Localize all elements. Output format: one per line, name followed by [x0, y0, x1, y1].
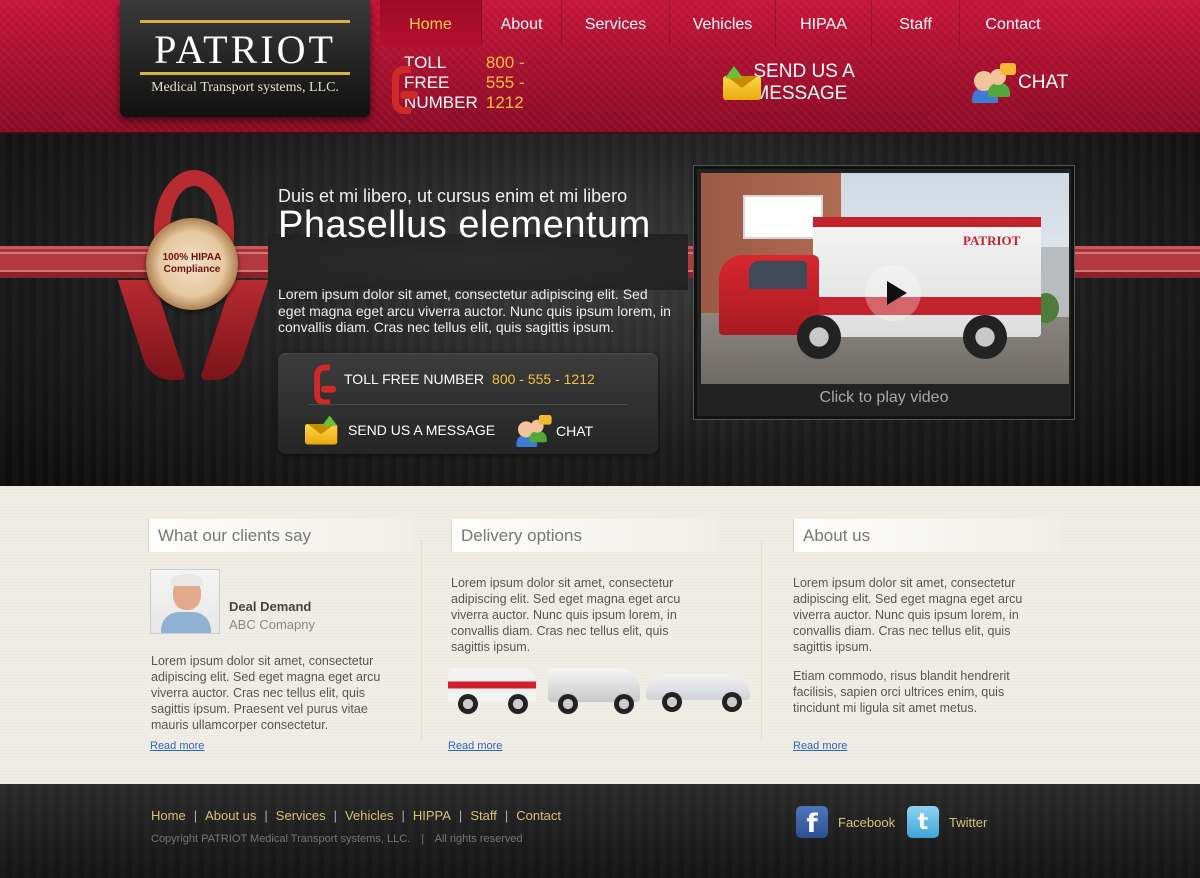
chat-icon — [516, 415, 552, 447]
copyright: Copyright PATRIOT Medical Transport syst… — [151, 833, 523, 845]
footer-link-home[interactable]: Home — [151, 808, 186, 823]
video-thumbnail: PATRIOT — [701, 173, 1069, 384]
twitter-link[interactable]: t Twitter — [907, 806, 987, 838]
send-message-label: SEND US A MESSAGE — [753, 61, 854, 104]
header-toll-free[interactable]: TOLL FREE NUMBER 800 - 555 - 1212 — [388, 53, 541, 114]
hero-banner: 100% HIPAA Compliance Duis et mi libero,… — [0, 134, 1200, 486]
about-text: Lorem ipsum dolor sit amet, consectetur … — [793, 576, 1023, 654]
facebook-link[interactable]: f Facebook — [796, 806, 896, 839]
copyright-text: Copyright PATRIOT Medical Transport syst… — [151, 833, 411, 845]
van-vehicle-icon — [548, 662, 640, 718]
chat-label: CHAT — [1018, 72, 1069, 93]
about-heading: About us — [793, 519, 1059, 552]
client-company: ABC Comapny — [229, 617, 315, 632]
toll-free-number: 800 - 555 - 1212 — [485, 53, 525, 112]
delivery-read-more[interactable]: Read more — [448, 740, 502, 752]
logo-title: PATRIOT — [154, 27, 336, 72]
footer-link-contact[interactable]: Contact — [516, 808, 561, 823]
nav-home[interactable]: Home — [380, 0, 482, 46]
logo[interactable]: PATRIOT Medical Transport systems, LLC. — [120, 0, 370, 117]
nav-about[interactable]: About — [482, 0, 562, 46]
chat-icon — [972, 63, 1016, 103]
facebook-label: Facebook — [838, 814, 896, 830]
video-player[interactable]: PATRIOT Click to play video — [694, 166, 1074, 419]
client-name: Deal Demand — [229, 599, 312, 614]
footer-link-staff[interactable]: Staff — [470, 808, 497, 823]
hero-text: Lorem ipsum dolor sit amet, consectetur … — [278, 286, 671, 335]
hero-toll-free[interactable]: TOLL FREE NUMBER 800 - 555 - 1212 — [308, 359, 595, 406]
delivery-heading: Delivery options — [451, 519, 717, 552]
nav-hipaa[interactable]: HIPAA — [776, 0, 872, 46]
phone-icon — [388, 63, 419, 114]
footer: Home | About us | Services | Vehicles | HIPP… — [0, 784, 1200, 878]
play-icon[interactable] — [865, 265, 921, 321]
mail-icon — [723, 66, 761, 100]
hipaa-seal: 100% HIPAA Compliance — [146, 218, 238, 310]
hero-box-divider — [308, 404, 628, 405]
clients-read-more[interactable]: Read more — [150, 740, 204, 752]
ambulance-vehicle-icon — [448, 662, 536, 718]
nav-contact[interactable]: Contact — [960, 0, 1066, 46]
rights-text: All rights reserved — [434, 833, 523, 845]
about-read-more[interactable]: Read more — [793, 740, 847, 752]
hero-chat[interactable]: CHAT — [512, 411, 593, 451]
toll-free-label: TOLL FREE NUMBER — [404, 53, 478, 112]
footer-link-vehicles[interactable]: Vehicles — [345, 808, 393, 823]
hero-send-message[interactable]: SEND US A MESSAGE — [302, 413, 495, 447]
nav-services[interactable]: Services — [562, 0, 670, 46]
footer-link-services[interactable]: Services — [276, 808, 326, 823]
logo-rule-bottom — [140, 72, 350, 75]
column-divider — [421, 540, 422, 740]
logo-subtitle: Medical Transport systems, LLC. — [151, 80, 339, 95]
avatar — [150, 569, 220, 634]
twitter-icon: t — [907, 806, 939, 838]
facebook-icon: f — [796, 806, 828, 839]
logo-rule-top — [140, 20, 350, 23]
twitter-label: Twitter — [949, 814, 988, 830]
hipaa-ribbon-badge: 100% HIPAA Compliance — [117, 170, 269, 380]
hero-toll-free-number: 800 - 555 - 1212 — [492, 371, 595, 387]
hipaa-seal-text: 100% HIPAA Compliance — [162, 252, 222, 275]
footer-link-about[interactable]: About us — [205, 808, 256, 823]
content-section: What our clients say Deal Demand ABC Com… — [0, 486, 1200, 784]
header-send-message[interactable]: SEND US A MESSAGE — [723, 58, 865, 108]
about-text-2: Etiam commodo, risus blandit hendrerit f… — [793, 669, 1010, 715]
hero-title: Phasellus elementum — [278, 204, 651, 246]
hero-send-message-label: SEND US A MESSAGE — [348, 422, 496, 438]
header: PATRIOT Medical Transport systems, LLC. … — [0, 0, 1200, 133]
hero-chat-label: CHAT — [556, 423, 594, 439]
delivery-text: Lorem ipsum dolor sit amet, consectetur … — [451, 576, 681, 654]
nav-staff[interactable]: Staff — [872, 0, 960, 46]
nav-vehicles[interactable]: Vehicles — [670, 0, 776, 46]
phone-icon — [311, 362, 342, 406]
header-chat[interactable]: CHAT — [972, 58, 1068, 108]
hero-toll-free-label: TOLL FREE NUMBER — [344, 371, 485, 387]
ambulance-text: PATRIOT — [963, 233, 1021, 248]
footer-link-hippa[interactable]: HIPPA — [413, 808, 451, 823]
hero-contact-box: TOLL FREE NUMBER 800 - 555 - 1212 SEND U… — [278, 353, 658, 454]
car-vehicle-icon — [646, 662, 750, 718]
mail-icon — [305, 415, 339, 445]
footer-nav: Home | About us | Services | Vehicles | HIPP… — [151, 808, 562, 823]
column-divider — [761, 540, 762, 740]
clients-text: Lorem ipsum dolor sit amet, consectetur … — [151, 654, 381, 732]
clients-heading: What our clients say — [148, 519, 414, 552]
main-nav: Home About Services Vehicles HIPAA Staff… — [380, 0, 1066, 46]
video-caption[interactable]: Click to play video — [697, 389, 1071, 407]
